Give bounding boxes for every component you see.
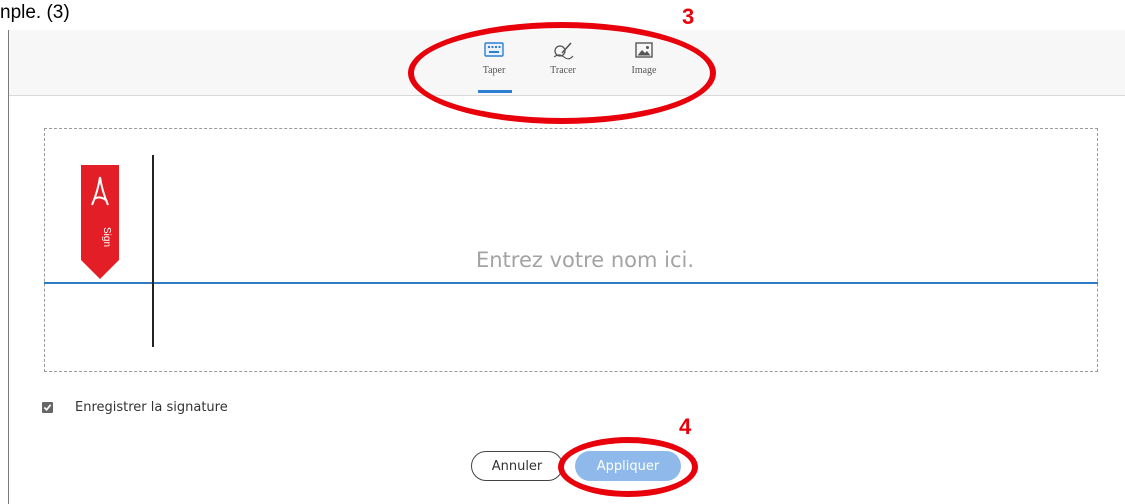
- annotation-ring-apply: [558, 437, 698, 497]
- checkmark-icon: [43, 404, 52, 411]
- caption-text: nple. (3): [0, 2, 70, 23]
- save-signature-checkbox[interactable]: [42, 402, 53, 413]
- signature-baseline: [44, 282, 1098, 284]
- dialog-left-border: [8, 30, 9, 504]
- save-signature-label: Enregistrer la signature: [75, 400, 228, 415]
- save-signature-row: Enregistrer la signature: [42, 400, 228, 415]
- annotation-ring-tabs: [408, 22, 716, 124]
- text-cursor: [152, 155, 154, 347]
- signature-name-input[interactable]: [160, 240, 1010, 280]
- annotation-step-3: 3: [682, 4, 695, 29]
- adobe-sign-badge-icon: Sign: [81, 165, 119, 279]
- annotation-step-4: 4: [679, 414, 692, 439]
- cancel-button[interactable]: Annuler: [471, 451, 563, 481]
- sign-badge-text: Sign: [101, 227, 112, 247]
